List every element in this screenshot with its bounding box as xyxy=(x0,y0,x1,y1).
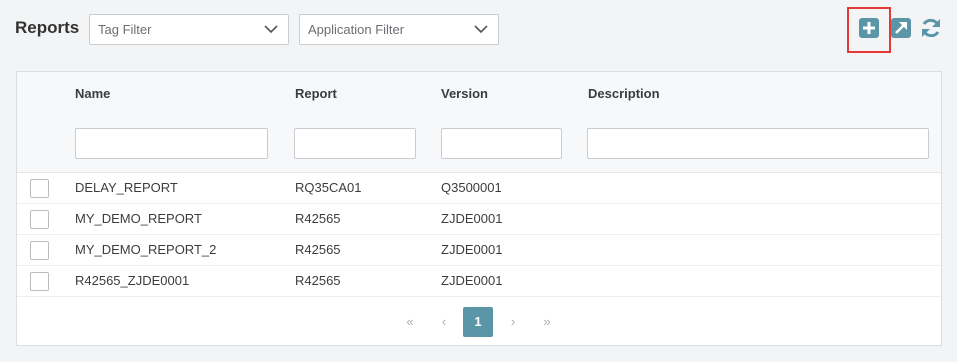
chevron-down-icon xyxy=(264,25,278,34)
page-title: Reports xyxy=(15,18,80,37)
application-filter-select[interactable]: Application Filter xyxy=(299,14,499,45)
table-row[interactable]: R42565_ZJDE0001 R42565 ZJDE0001 xyxy=(17,266,941,297)
column-header-version[interactable]: Version xyxy=(441,86,488,101)
cell-version: Q3500001 xyxy=(441,180,502,195)
prev-page-button[interactable]: ‹ xyxy=(429,307,459,337)
table-row[interactable]: MY_DEMO_REPORT R42565 ZJDE0001 xyxy=(17,204,941,235)
cell-name: MY_DEMO_REPORT_2 xyxy=(75,242,217,257)
tag-filter-select[interactable]: Tag Filter xyxy=(89,14,289,45)
report-filter-input[interactable] xyxy=(294,128,416,159)
column-header-name[interactable]: Name xyxy=(75,86,110,101)
cell-report: R42565 xyxy=(295,273,341,288)
row-checkbox[interactable] xyxy=(30,272,49,291)
row-checkbox[interactable] xyxy=(30,179,49,198)
name-filter-input[interactable] xyxy=(75,128,268,159)
table-row[interactable]: MY_DEMO_REPORT_2 R42565 ZJDE0001 xyxy=(17,235,941,266)
tag-filter-placeholder: Tag Filter xyxy=(98,22,152,37)
cell-version: ZJDE0001 xyxy=(441,211,503,226)
refresh-icon[interactable] xyxy=(919,16,943,40)
cell-report: R42565 xyxy=(295,242,341,257)
version-filter-input[interactable] xyxy=(441,128,562,159)
next-page-button[interactable]: › xyxy=(498,307,528,337)
first-page-button[interactable]: « xyxy=(395,307,425,337)
cell-version: ZJDE0001 xyxy=(441,242,503,257)
row-checkbox[interactable] xyxy=(30,241,49,260)
chevron-down-icon xyxy=(474,25,488,34)
column-header-description[interactable]: Description xyxy=(588,86,660,101)
cell-report: R42565 xyxy=(295,211,341,226)
row-checkbox[interactable] xyxy=(30,210,49,229)
cell-version: ZJDE0001 xyxy=(441,273,503,288)
description-filter-input[interactable] xyxy=(587,128,929,159)
table-header: Name Report Version Description xyxy=(17,72,941,173)
cell-report: RQ35CA01 xyxy=(295,180,362,195)
column-header-report[interactable]: Report xyxy=(295,86,337,101)
page-button-current[interactable]: 1 xyxy=(463,307,493,337)
reports-table: Name Report Version Description DELAY_RE… xyxy=(16,71,942,346)
cell-name: MY_DEMO_REPORT xyxy=(75,211,202,226)
cell-name: DELAY_REPORT xyxy=(75,180,178,195)
application-filter-placeholder: Application Filter xyxy=(308,22,405,37)
external-link-icon[interactable] xyxy=(889,16,913,40)
table-row[interactable]: DELAY_REPORT RQ35CA01 Q3500001 xyxy=(17,173,941,204)
pagination: « ‹ 1 › » xyxy=(17,305,941,337)
cell-name: R42565_ZJDE0001 xyxy=(75,273,190,288)
plus-square-icon[interactable] xyxy=(857,16,881,40)
last-page-button[interactable]: » xyxy=(532,307,562,337)
